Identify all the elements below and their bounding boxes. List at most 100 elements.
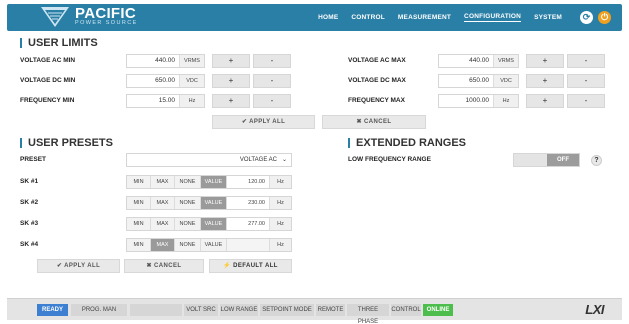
- sk1-min-option[interactable]: MIN: [127, 176, 151, 188]
- voltage-dc-max-value: 650.00: [469, 77, 489, 84]
- sk2-value-option[interactable]: VALUE: [201, 197, 227, 209]
- sk4-label: SK #4: [20, 241, 39, 248]
- sk1-value-option[interactable]: VALUE: [201, 176, 227, 188]
- voltage-ac-min-value: 440.00: [155, 57, 175, 64]
- status-three-phase: THREE PHASE: [347, 304, 389, 324]
- power-icon[interactable]: ⏻: [598, 11, 611, 24]
- frequency-max-label: FREQUENCY MAX: [348, 97, 405, 104]
- sk3-none-option[interactable]: NONE: [175, 218, 201, 230]
- sk3-value-option[interactable]: VALUE: [201, 218, 227, 230]
- user-limits-title: USER LIMITS: [20, 38, 98, 49]
- voltage-ac-min-input[interactable]: 440.00 VRMS: [126, 54, 205, 68]
- sk1-max-option[interactable]: MAX: [151, 176, 175, 188]
- main-nav: HOME CONTROL MEASUREMENT CONFIGURATION S…: [305, 4, 562, 31]
- status-setpoint-mode: SETPOINT MODE: [260, 304, 314, 316]
- sk1-value-input[interactable]: 120.00: [227, 176, 270, 188]
- voltage-ac-min-minus-button[interactable]: -: [253, 54, 291, 68]
- help-icon[interactable]: ?: [591, 155, 602, 166]
- sk4-value-input[interactable]: [227, 239, 270, 251]
- voltage-ac-max-plus-button[interactable]: +: [526, 54, 564, 68]
- sk3-max-option[interactable]: MAX: [151, 218, 175, 230]
- sk1-label: SK #1: [20, 178, 39, 185]
- sk4-min-option[interactable]: MIN: [127, 239, 151, 251]
- voltage-ac-max-minus-button[interactable]: -: [567, 54, 605, 68]
- sk3-min-option[interactable]: MIN: [127, 218, 151, 230]
- frequency-max-unit: Hz: [493, 95, 518, 107]
- sk1-unit: Hz: [270, 176, 291, 188]
- frequency-min-plus-button[interactable]: +: [212, 94, 250, 108]
- voltage-ac-max-label: VOLTAGE AC MAX: [348, 57, 406, 64]
- sk3-value-input[interactable]: 277.00: [227, 218, 270, 230]
- toggle-state: OFF: [547, 154, 579, 166]
- status-volt-src: VOLT SRC: [184, 304, 218, 316]
- voltage-dc-max-minus-button[interactable]: -: [567, 74, 605, 88]
- voltage-dc-min-unit: VDC: [179, 75, 204, 87]
- status-bar: READY PROG. MAN VOLT SRC LOW RANGE SETPO…: [7, 298, 622, 324]
- voltage-dc-min-label: VOLTAGE DC MIN: [20, 77, 76, 84]
- status-control: CONTROL: [391, 304, 421, 316]
- sk2-max-option[interactable]: MAX: [151, 197, 175, 209]
- default-all-button[interactable]: ⚡ DEFAULT ALL: [209, 259, 292, 273]
- low-frequency-range-toggle[interactable]: OFF: [513, 153, 580, 167]
- sk4-max-option[interactable]: MAX: [151, 239, 175, 251]
- low-frequency-range-label: LOW FREQUENCY RANGE: [348, 156, 431, 163]
- voltage-dc-min-input[interactable]: 650.00 VDC: [126, 74, 205, 88]
- voltage-ac-min-unit: VRMS: [179, 55, 204, 67]
- voltage-dc-max-label: VOLTAGE DC MAX: [348, 77, 406, 84]
- status-empty-slot: [130, 304, 182, 316]
- status-ready: READY: [37, 304, 68, 316]
- nav-measurement[interactable]: MEASUREMENT: [398, 14, 451, 21]
- sk2-none-option[interactable]: NONE: [175, 197, 201, 209]
- sk4-unit: Hz: [270, 239, 291, 251]
- nav-home[interactable]: HOME: [318, 14, 338, 21]
- sk2-control: MIN MAX NONE VALUE 230.00 Hz: [126, 196, 292, 210]
- voltage-dc-min-minus-button[interactable]: -: [253, 74, 291, 88]
- chevron-down-icon: ⌄: [281, 157, 287, 163]
- sk3-label: SK #3: [20, 220, 39, 227]
- nav-configuration[interactable]: CONFIGURATION: [464, 13, 522, 22]
- voltage-dc-max-plus-button[interactable]: +: [526, 74, 564, 88]
- sk3-unit: Hz: [270, 218, 291, 230]
- refresh-icon[interactable]: ⟳: [580, 11, 593, 24]
- voltage-dc-min-value: 650.00: [155, 77, 175, 84]
- limits-cancel-button[interactable]: ✖ CANCEL: [322, 115, 426, 129]
- sk2-unit: Hz: [270, 197, 291, 209]
- frequency-min-value: 15.00: [158, 97, 175, 104]
- voltage-ac-max-input[interactable]: 440.00 VRMS: [438, 54, 519, 68]
- frequency-max-plus-button[interactable]: +: [526, 94, 564, 108]
- brand-name: PACIFIC: [75, 5, 136, 22]
- nav-control[interactable]: CONTROL: [351, 14, 385, 21]
- presets-apply-all-button[interactable]: ✔ APPLY ALL: [37, 259, 120, 273]
- voltage-dc-max-input[interactable]: 650.00 VDC: [438, 74, 519, 88]
- limits-apply-all-button[interactable]: ✔ APPLY ALL: [212, 115, 315, 129]
- frequency-max-minus-button[interactable]: -: [567, 94, 605, 108]
- voltage-ac-max-value: 440.00: [469, 57, 489, 64]
- sk1-none-option[interactable]: NONE: [175, 176, 201, 188]
- frequency-min-input[interactable]: 15.00 Hz: [126, 94, 205, 108]
- status-remote: REMOTE: [316, 304, 345, 316]
- frequency-min-unit: Hz: [179, 95, 204, 107]
- status-online: ONLINE: [423, 304, 453, 316]
- user-presets-title: USER PRESETS: [20, 138, 113, 149]
- pacific-power-logo[interactable]: PACIFIC POWER SOURCE: [41, 6, 151, 29]
- logo-mark-icon: [41, 7, 69, 27]
- sk2-value-input[interactable]: 230.00: [227, 197, 270, 209]
- voltage-dc-min-plus-button[interactable]: +: [212, 74, 250, 88]
- nav-system[interactable]: SYSTEM: [534, 14, 562, 21]
- sk4-control: MIN MAX NONE VALUE Hz: [126, 238, 292, 252]
- frequency-max-input[interactable]: 1000.00 Hz: [438, 94, 519, 108]
- voltage-ac-max-unit: VRMS: [493, 55, 518, 67]
- voltage-ac-min-plus-button[interactable]: +: [212, 54, 250, 68]
- sk2-min-option[interactable]: MIN: [127, 197, 151, 209]
- sk4-value-option[interactable]: VALUE: [201, 239, 227, 251]
- sk2-label: SK #2: [20, 199, 39, 206]
- voltage-dc-max-unit: VDC: [493, 75, 518, 87]
- top-navigation-bar: PACIFIC POWER SOURCE HOME CONTROL MEASUR…: [7, 4, 622, 31]
- status-prog-man: PROG. MAN: [71, 304, 127, 316]
- extended-ranges-title: EXTENDED RANGES: [348, 138, 466, 149]
- presets-cancel-button[interactable]: ✖ CANCEL: [124, 259, 204, 273]
- voltage-ac-min-label: VOLTAGE AC MIN: [20, 57, 76, 64]
- sk4-none-option[interactable]: NONE: [175, 239, 201, 251]
- preset-dropdown[interactable]: VOLTAGE AC ⌄: [126, 153, 292, 167]
- frequency-min-minus-button[interactable]: -: [253, 94, 291, 108]
